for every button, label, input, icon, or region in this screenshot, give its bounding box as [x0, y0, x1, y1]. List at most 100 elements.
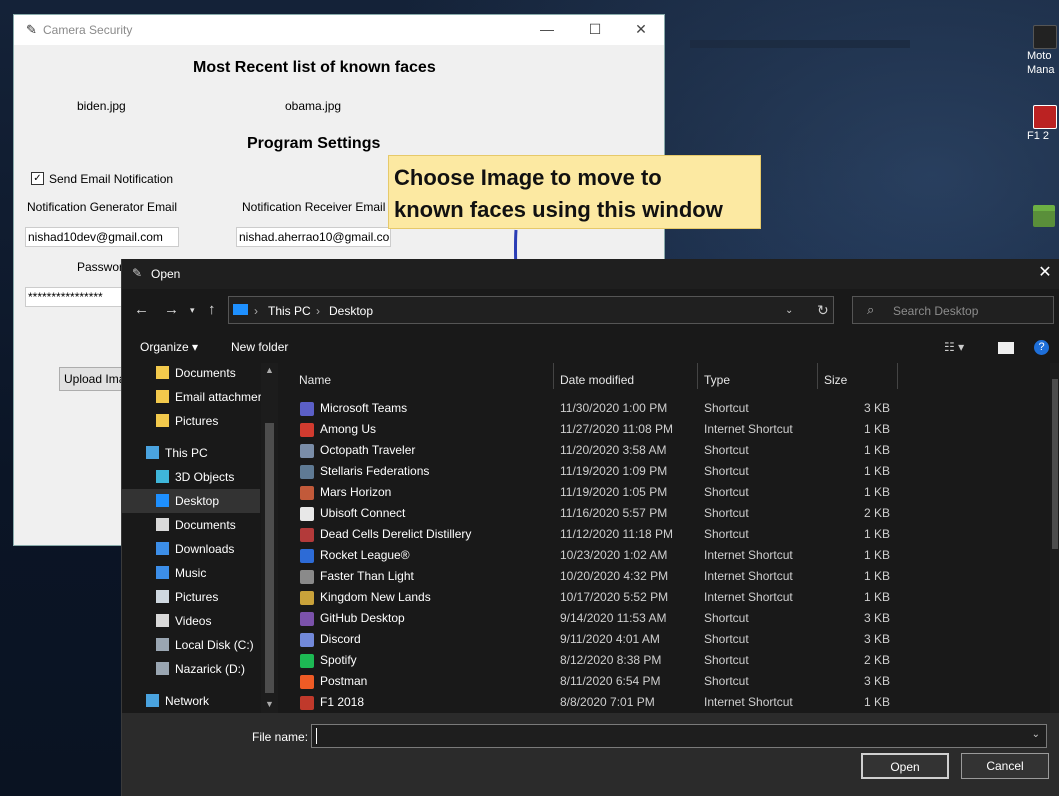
preview-pane-icon[interactable] — [998, 342, 1014, 354]
settings-heading: Program Settings — [247, 135, 381, 152]
file-name-label: File name: — [252, 730, 309, 744]
file-row[interactable]: Octopath Traveler 11/20/2020 3:58 AM Short… — [280, 440, 1040, 461]
sidebar-item-label: Pictures — [175, 414, 219, 428]
file-row[interactable]: Faster Than Light 10/20/2020 4:32 PM Inter… — [280, 566, 1040, 587]
shortcut-icon — [300, 612, 314, 626]
sidebar-item[interactable]: Local Disk (C:) — [122, 633, 260, 657]
navigation-pane: Documents Email attachmer Pictures This PC 3… — [122, 363, 280, 713]
sidebar-item[interactable]: Nazarick (D:) — [122, 657, 260, 681]
send-email-checkbox[interactable]: ✓ — [31, 172, 44, 185]
sidebar-item[interactable]: This PC — [122, 441, 260, 465]
file-row[interactable]: Microsoft Teams 11/30/2020 1:00 PM Shortcu… — [280, 398, 1040, 419]
column-header-date[interactable]: Date modified — [560, 369, 634, 391]
file-name: Mars Horizon — [320, 485, 392, 499]
music-icon — [156, 566, 169, 579]
column-divider[interactable] — [817, 363, 818, 389]
sidebar-item[interactable]: Documents — [122, 363, 260, 385]
file-size: 1 KB — [863, 485, 890, 499]
feather-icon: ✎ — [26, 22, 37, 37]
breadcrumb-this-pc[interactable]: This PC — [268, 304, 311, 318]
file-row[interactable]: Spotify 8/12/2020 8:38 PM Shortcut 2 KB — [280, 650, 1040, 671]
receiver-email-field[interactable]: nishad.aherrao10@gmail.com — [236, 227, 391, 247]
up-arrow-icon[interactable]: ↑ — [208, 301, 216, 318]
file-type: Shortcut — [704, 527, 749, 541]
sidebar-item[interactable]: Pictures — [122, 409, 260, 433]
file-row[interactable]: GitHub Desktop 9/14/2020 11:53 AM Shortcut… — [280, 608, 1040, 629]
scrollbar-thumb[interactable] — [1052, 379, 1058, 549]
organize-button[interactable]: Organize ▾ — [140, 340, 198, 354]
file-row[interactable]: F1 2018 8/8/2020 7:01 PM Internet Shortcut… — [280, 692, 1040, 713]
forward-arrow-icon[interactable]: → — [164, 301, 179, 318]
file-name-input[interactable]: ⌄ — [311, 724, 1047, 748]
scrollbar-thumb[interactable] — [265, 423, 274, 693]
sidebar-item[interactable]: Downloads — [122, 537, 260, 561]
nav-scrollbar[interactable]: ▲ ▼ — [261, 363, 278, 713]
close-button[interactable]: ✕ — [618, 15, 664, 45]
file-type: Shortcut — [704, 632, 749, 646]
sidebar-item-label: Documents — [175, 518, 236, 532]
file-name: F1 2018 — [320, 695, 365, 709]
folder-icon — [156, 390, 169, 403]
column-divider[interactable] — [553, 363, 554, 389]
cancel-button[interactable]: Cancel — [961, 753, 1049, 779]
file-row[interactable]: Discord 9/11/2020 4:01 AM Shortcut 3 KB — [280, 629, 1040, 650]
sidebar-item[interactable]: Email attachmer — [122, 385, 262, 409]
breadcrumb-desktop[interactable]: Desktop — [329, 304, 373, 318]
generator-email-field[interactable]: nishad10dev@gmail.com — [25, 227, 179, 247]
dialog-close-button[interactable]: ✕ — [1030, 259, 1059, 289]
file-row[interactable]: Postman 8/11/2020 6:54 PM Shortcut 3 KB — [280, 671, 1040, 692]
maximize-button[interactable]: ☐ — [572, 15, 618, 45]
file-row[interactable]: Rocket League® 10/23/2020 1:02 AM Internet… — [280, 545, 1040, 566]
file-row[interactable]: Among Us 11/27/2020 11:08 PM Internet Shor… — [280, 419, 1040, 440]
sidebar-item[interactable]: Network — [122, 689, 260, 713]
refresh-icon[interactable]: ↻ — [817, 302, 829, 319]
sidebar-item[interactable]: 3D Objects — [122, 465, 260, 489]
dialog-title-bar[interactable]: ✎ Open ✕ — [122, 259, 1059, 289]
back-arrow-icon[interactable]: ← — [134, 301, 149, 318]
known-face-item: obama.jpg — [285, 99, 342, 113]
minimize-button[interactable]: — — [524, 15, 570, 45]
new-folder-button[interactable]: New folder — [231, 340, 288, 354]
view-options-icon[interactable]: ☷ ▾ — [944, 340, 964, 354]
open-button[interactable]: Open — [861, 753, 949, 779]
file-type: Internet Shortcut — [704, 569, 793, 583]
file-row[interactable]: Mars Horizon 11/19/2020 1:05 PM Shortcut 1 … — [280, 482, 1040, 503]
file-type: Shortcut — [704, 485, 749, 499]
column-header-type[interactable]: Type — [704, 369, 730, 391]
network-icon — [146, 694, 159, 707]
file-name: Octopath Traveler — [320, 443, 416, 457]
sidebar-item[interactable]: Music — [122, 561, 260, 585]
file-date: 11/27/2020 11:08 PM — [560, 422, 673, 436]
chevron-down-icon[interactable]: ⌄ — [1032, 729, 1040, 740]
file-list-scrollbar[interactable] — [1050, 363, 1059, 713]
file-row[interactable]: Stellaris Federations 11/19/2020 1:09 PM S… — [280, 461, 1040, 482]
chevron-down-icon[interactable]: ⌄ — [785, 305, 793, 316]
title-bar[interactable]: ✎ Camera Security — ☐ ✕ — [14, 15, 664, 45]
file-row[interactable]: Ubisoft Connect 11/16/2020 5:57 PM Shortcu… — [280, 503, 1040, 524]
sidebar-item[interactable]: Videos — [122, 609, 260, 633]
file-row[interactable]: Kingdom New Lands 10/17/2020 5:52 PM Inter… — [280, 587, 1040, 608]
chevron-down-icon[interactable]: ▾ — [190, 305, 195, 316]
column-divider[interactable] — [897, 363, 898, 389]
desktop-icon-moto[interactable]: Moto Mana — [1027, 25, 1059, 77]
desktop-icon-f1[interactable]: F1 2 — [1027, 105, 1059, 143]
help-icon[interactable]: ? — [1034, 340, 1049, 355]
sidebar-item[interactable]: Pictures — [122, 585, 260, 609]
receiver-email-label: Notification Receiver Email — [242, 200, 386, 214]
file-name: Among Us — [320, 422, 377, 436]
breadcrumb-separator: › — [316, 304, 320, 318]
scroll-down-arrow-icon[interactable]: ▼ — [265, 699, 274, 709]
address-bar[interactable]: › This PC › Desktop ⌄ ↻ — [228, 296, 834, 324]
shortcut-icon — [300, 591, 314, 605]
desktop-icon-minecraft[interactable] — [1027, 205, 1059, 227]
file-row[interactable]: Dead Cells Derelict Distillery 11/12/2020… — [280, 524, 1040, 545]
shortcut-icon — [300, 633, 314, 647]
sidebar-item[interactable]: Desktop — [122, 489, 260, 513]
file-date: 8/12/2020 8:38 PM — [560, 653, 662, 667]
sidebar-item[interactable]: Documents — [122, 513, 260, 537]
column-header-name[interactable]: Name — [299, 369, 331, 391]
search-box[interactable]: ⌕ Search Desktop — [852, 296, 1054, 324]
column-divider[interactable] — [697, 363, 698, 389]
scroll-up-arrow-icon[interactable]: ▲ — [265, 365, 274, 375]
column-header-size[interactable]: Size — [824, 369, 847, 391]
